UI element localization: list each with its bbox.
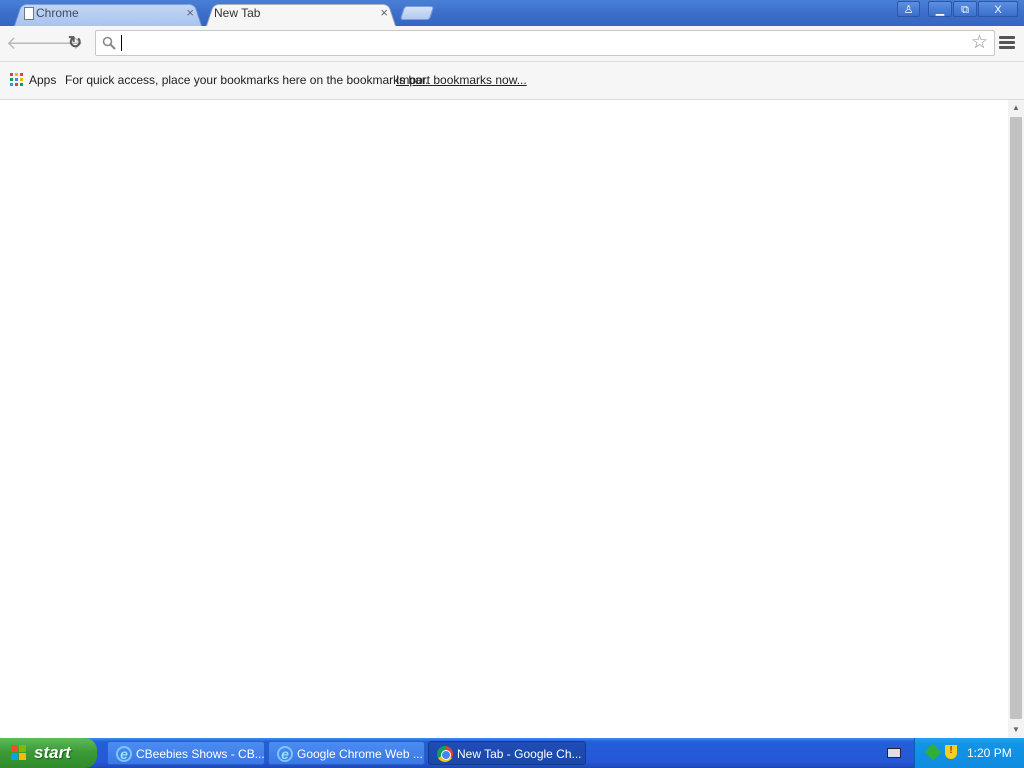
ie-icon: e <box>277 746 293 762</box>
back-button[interactable]: 🡐 <box>6 32 54 54</box>
taskbar-button-new-tab[interactable]: New Tab - Google Ch... <box>428 741 586 765</box>
start-label: start <box>34 743 71 762</box>
profile-button[interactable]: ♙ <box>897 1 920 17</box>
tab-close-button[interactable]: × <box>186 2 194 24</box>
bookmarks-bar-message: For quick access, place your bookmarks h… <box>65 73 429 87</box>
menu-icon[interactable] <box>999 36 1015 50</box>
taskbar-button-chrome-web[interactable]: e Google Chrome Web ... <box>268 741 425 765</box>
apps-grid-icon[interactable] <box>10 73 23 86</box>
scroll-up-button[interactable]: ▲ <box>1008 100 1024 116</box>
scrollbar-thumb[interactable] <box>1010 117 1022 719</box>
document-icon <box>24 7 34 20</box>
task-label: New Tab - Google Ch... <box>457 747 582 761</box>
task-label: CBeebies Shows - CB... <box>136 747 265 761</box>
omnibox[interactable]: ☆ <box>95 30 995 56</box>
keyboard-icon[interactable] <box>887 748 901 758</box>
import-bookmarks-link[interactable]: Import bookmarks now... <box>396 73 527 87</box>
bookmarks-bar: Apps For quick access, place your bookma… <box>0 62 1024 100</box>
search-icon <box>102 36 116 50</box>
forward-button[interactable]: 🡒 <box>35 32 83 54</box>
text-caret <box>121 35 122 51</box>
system-tray: ! 1:20 PM <box>914 738 1024 768</box>
reload-button[interactable]: ↻ <box>64 32 86 54</box>
close-window-button[interactable]: X <box>978 1 1018 17</box>
address-input[interactable] <box>120 34 960 52</box>
new-tab-button[interactable] <box>399 6 435 20</box>
page-content <box>0 100 1008 738</box>
minimize-button[interactable]: ▁ <box>928 1 952 17</box>
menu-bar <box>999 46 1015 49</box>
tab-label: New Tab <box>214 6 261 20</box>
taskbar-button-cbeebies[interactable]: e CBeebies Shows - CB... <box>107 741 265 765</box>
restore-button[interactable]: ⧉ <box>953 1 977 17</box>
tab-chrome[interactable]: Chrome × <box>14 2 202 26</box>
start-button[interactable]: start <box>0 738 97 768</box>
tab-close-button[interactable]: × <box>380 2 388 24</box>
network-icon[interactable] <box>924 743 942 761</box>
apps-shortcut[interactable]: Apps <box>29 73 56 87</box>
title-bar: Chrome × New Tab × ♙ ▁ ⧉ X <box>0 0 1024 26</box>
chrome-icon <box>437 746 453 762</box>
scroll-down-button[interactable]: ▼ <box>1008 722 1024 738</box>
menu-bar <box>999 41 1015 44</box>
menu-bar <box>999 36 1015 39</box>
toolbar: 🡐 🡒 ↻ ☆ <box>0 26 1024 62</box>
windows-flag-icon <box>11 745 27 761</box>
tab-new-tab[interactable]: New Tab × <box>206 2 396 26</box>
vertical-scrollbar[interactable]: ▲ ▼ <box>1008 100 1024 738</box>
ie-icon: e <box>116 746 132 762</box>
star-icon[interactable]: ☆ <box>971 33 988 53</box>
taskbar: start e CBeebies Shows - CB... e Google … <box>0 738 1024 768</box>
tab-label: Chrome <box>36 6 79 20</box>
security-shield-icon[interactable]: ! <box>945 745 957 759</box>
task-label: Google Chrome Web ... <box>297 747 423 761</box>
clock[interactable]: 1:20 PM <box>967 746 1012 760</box>
